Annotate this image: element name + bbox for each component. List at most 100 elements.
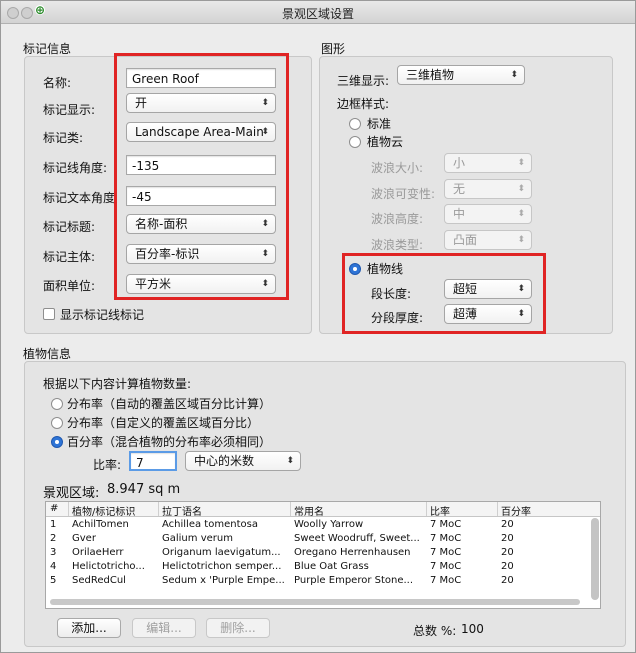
plant-cloud-label: 植物云	[367, 135, 404, 149]
chevron-updown-icon: ⬍	[261, 127, 269, 137]
vertical-scrollbar[interactable]	[591, 518, 599, 600]
column-divider	[426, 502, 427, 516]
table-cell: 20	[501, 561, 514, 572]
table-cell: SedRedCul	[72, 575, 126, 586]
body-label: 标记主体:	[43, 250, 96, 264]
plant-table: # 植物/标记标识 拉丁语名 常用名 比率 百分率 1 AchilTomen A…	[45, 501, 601, 609]
chevron-updown-icon: ⬍	[517, 184, 525, 194]
plant-cloud-radio[interactable]	[349, 136, 361, 148]
chevron-updown-icon: ⬍	[517, 309, 525, 319]
wave-variability-label: 波浪可变性:	[371, 187, 436, 201]
distribution-custom-label: 分布率（自定义的覆盖区域百分比）	[67, 416, 260, 430]
line-angle-field[interactable]: -135	[126, 155, 276, 175]
table-cell: Purple Emperor Stone...	[294, 575, 414, 586]
percentage-radio[interactable]	[51, 436, 63, 448]
table-cell: Origanum laevigatum...	[162, 547, 281, 558]
table-cell: Blue Oat Grass	[294, 561, 369, 572]
column-header[interactable]: 常用名	[294, 503, 324, 518]
distribution-custom-radio[interactable]	[51, 417, 63, 429]
title-label: 标记标题:	[43, 220, 96, 234]
table-cell: Helictotrichon semper...	[162, 561, 282, 572]
distribution-auto-radio[interactable]	[51, 398, 63, 410]
column-header[interactable]: 比率	[430, 503, 450, 518]
show-leader-checkbox[interactable]	[43, 308, 55, 320]
ratio-field[interactable]: 7	[129, 451, 177, 471]
title-select[interactable]: 名称-面积 ⬍	[126, 214, 276, 234]
plant-info-title: 植物信息	[23, 347, 72, 361]
table-row[interactable]: 1 AchilTomen Achillea tomentosa Woolly Y…	[46, 519, 586, 532]
standard-radio[interactable]	[349, 118, 361, 130]
table-cell: Woolly Yarrow	[294, 519, 364, 530]
table-row[interactable]: 3 OrilaeHerr Origanum laevigatum... Oreg…	[46, 547, 586, 560]
display-3d-select[interactable]: 三维植物 ⬍	[397, 65, 525, 85]
marker-display-value: 开	[135, 96, 148, 110]
table-cell: Galium verum	[162, 533, 233, 544]
table-cell: 3	[50, 547, 57, 558]
marker-display-select[interactable]: 开 ⬍	[126, 93, 276, 113]
wave-variability-value: 无	[453, 182, 466, 196]
name-field[interactable]: Green Roof	[126, 68, 276, 88]
table-row[interactable]: 4 Helictotricho... Helictotrichon semper…	[46, 561, 586, 574]
column-header[interactable]: #	[50, 503, 58, 514]
chevron-updown-icon: ⬍	[261, 219, 269, 229]
column-divider	[68, 502, 69, 516]
chevron-updown-icon: ⬍	[261, 279, 269, 289]
table-cell: 20	[501, 519, 514, 530]
table-header: # 植物/标记标识 拉丁语名 常用名 比率 百分率	[46, 502, 600, 518]
table-row[interactable]: 5 SedRedCul Sedum x 'Purple Empe... Purp…	[46, 575, 586, 588]
add-button[interactable]: 添加...	[57, 618, 121, 638]
chevron-updown-icon: ⬍	[517, 284, 525, 294]
edit-button[interactable]: 编辑...	[132, 618, 196, 638]
area-unit-label: 面积单位:	[43, 279, 96, 293]
table-cell: 7 MoC	[430, 547, 462, 558]
column-header[interactable]: 植物/标记标识	[72, 503, 135, 518]
marker-class-select[interactable]: Landscape Area-Main ⬍	[126, 122, 276, 142]
table-cell: 1	[50, 519, 57, 530]
chevron-updown-icon: ⬍	[286, 456, 294, 466]
wave-type-label: 波浪类型:	[371, 238, 424, 252]
wave-type-select[interactable]: 凸面 ⬍	[444, 230, 532, 250]
marker-display-label: 标记显示:	[43, 103, 96, 117]
area-unit-select[interactable]: 平方米 ⬍	[126, 274, 276, 294]
table-cell: Sedum x 'Purple Empe...	[162, 575, 285, 586]
graphics-title: 图形	[321, 42, 346, 56]
text-angle-field[interactable]: -45	[126, 186, 276, 206]
body-select[interactable]: 百分率-标识 ⬍	[126, 244, 276, 264]
wave-variability-select[interactable]: 无 ⬍	[444, 179, 532, 199]
area-unit-value: 平方米	[135, 277, 172, 291]
table-cell: 20	[501, 575, 514, 586]
plant-line-radio[interactable]	[349, 263, 361, 275]
wave-height-select[interactable]: 中 ⬍	[444, 204, 532, 224]
table-cell: 20	[501, 533, 514, 544]
title-bar: ⊕ 景观区域设置	[1, 1, 635, 24]
table-cell: Gver	[72, 533, 96, 544]
table-cell: Sweet Woodruff, Sweet...	[294, 533, 420, 544]
area-value: 8.947 sq m	[107, 482, 181, 497]
column-header[interactable]: 拉丁语名	[162, 503, 202, 518]
standard-label: 标准	[367, 117, 392, 131]
segment-thickness-select[interactable]: 超薄 ⬍	[444, 304, 532, 324]
segment-thickness-label: 分段厚度:	[371, 311, 424, 325]
segment-length-select[interactable]: 超短 ⬍	[444, 279, 532, 299]
wave-height-label: 波浪高度:	[371, 212, 424, 226]
ratio-unit-select[interactable]: 中心的米数 ⬍	[185, 451, 301, 471]
column-header[interactable]: 百分率	[501, 503, 531, 518]
table-cell: 7 MoC	[430, 575, 462, 586]
plant-line-label: 植物线	[367, 262, 404, 276]
table-cell: 7 MoC	[430, 533, 462, 544]
marker-class-label: 标记类:	[43, 131, 84, 145]
delete-button[interactable]: 删除...	[206, 618, 270, 638]
wave-type-value: 凸面	[453, 233, 478, 247]
wave-size-label: 波浪大小:	[371, 161, 424, 175]
table-cell: 4	[50, 561, 57, 572]
area-label: 景观区域:	[43, 486, 100, 501]
display-3d-label: 三维显示:	[337, 74, 390, 88]
wave-height-value: 中	[453, 207, 466, 221]
wave-size-value: 小	[453, 156, 466, 170]
ratio-unit-value: 中心的米数	[194, 454, 255, 468]
column-divider	[290, 502, 291, 516]
table-row[interactable]: 2 Gver Galium verum Sweet Woodruff, Swee…	[46, 533, 586, 546]
wave-size-select[interactable]: 小 ⬍	[444, 153, 532, 173]
segment-thickness-value: 超薄	[453, 307, 478, 321]
horizontal-scrollbar[interactable]	[50, 599, 580, 605]
